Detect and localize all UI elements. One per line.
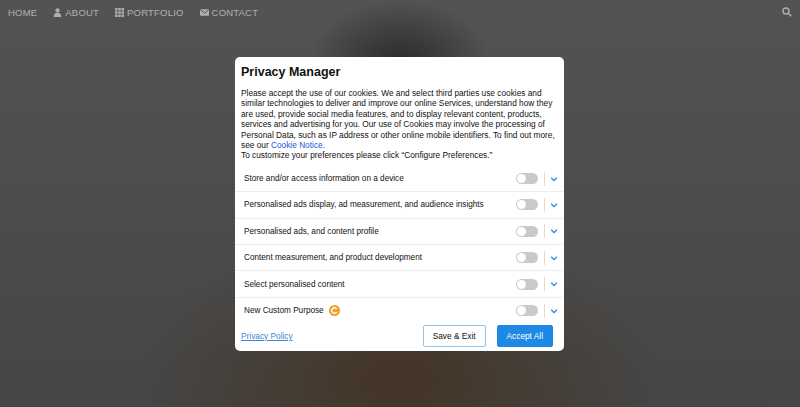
purpose-text: Select personalised content bbox=[244, 280, 345, 289]
toggle-knob bbox=[517, 253, 526, 262]
purpose-row: Select personalised content bbox=[235, 271, 564, 297]
purpose-toggle[interactable] bbox=[516, 305, 538, 316]
chevron-down-icon[interactable] bbox=[550, 201, 558, 209]
purpose-row: Personalised ads, and content profile bbox=[235, 219, 564, 245]
chevron-down-icon[interactable] bbox=[550, 227, 558, 235]
row-divider bbox=[544, 224, 545, 238]
purpose-text: Personalised ads, and content profile bbox=[244, 227, 379, 236]
purpose-label: Select personalised content bbox=[244, 280, 516, 289]
toggle-knob bbox=[517, 280, 526, 289]
row-divider bbox=[544, 172, 545, 186]
button-label[interactable]: Accept All bbox=[507, 331, 543, 341]
custom-purpose-icon bbox=[329, 305, 340, 316]
chevron-down-icon[interactable] bbox=[550, 175, 558, 183]
row-divider bbox=[544, 277, 545, 291]
instruction-text: To customize your preferences please cli… bbox=[241, 150, 492, 160]
purpose-label: Personalised ads, and content profile bbox=[244, 227, 516, 236]
purpose-list: Store and/or access information on a dev… bbox=[235, 166, 564, 324]
toggle-knob bbox=[517, 306, 526, 315]
purpose-toggle[interactable] bbox=[516, 252, 538, 263]
dialog-footer: Privacy Policy Save & Exit Accept All bbox=[235, 324, 564, 351]
purpose-row: Store and/or access information on a dev… bbox=[235, 166, 564, 192]
chevron-down-icon[interactable] bbox=[550, 307, 558, 315]
cookie-notice-link[interactable]: Cookie Notice. bbox=[271, 140, 325, 150]
toggle-knob bbox=[517, 174, 526, 183]
chevron-down-icon[interactable] bbox=[550, 280, 558, 288]
dialog-description: Please accept the use of our cookies. We… bbox=[235, 80, 564, 161]
chevron-down-icon[interactable] bbox=[550, 254, 558, 262]
privacy-policy-link[interactable]: Privacy Policy bbox=[241, 331, 412, 341]
privacy-dialog: Privacy ManagerPlease accept the use of … bbox=[235, 57, 564, 351]
purpose-toggle[interactable] bbox=[516, 226, 538, 237]
purpose-text: New Custom Purpose bbox=[244, 306, 324, 315]
purpose-toggle[interactable] bbox=[516, 199, 538, 210]
purpose-row: Personalised ads display, ad measurement… bbox=[235, 192, 564, 218]
button-label[interactable]: Save & Exit bbox=[433, 331, 476, 341]
row-divider bbox=[544, 304, 545, 318]
purpose-row: Content measurement, and product develop… bbox=[235, 245, 564, 271]
accept-all-button[interactable]: Accept All bbox=[497, 325, 553, 347]
purpose-text: Store and/or access information on a dev… bbox=[244, 174, 404, 183]
purpose-toggle[interactable] bbox=[516, 173, 538, 184]
toggle-knob bbox=[517, 200, 526, 209]
row-divider bbox=[544, 198, 545, 212]
purpose-label: Store and/or access information on a dev… bbox=[244, 174, 516, 183]
purpose-label: Content measurement, and product develop… bbox=[244, 253, 516, 262]
purpose-toggle[interactable] bbox=[516, 279, 538, 290]
save-exit-button[interactable]: Save & Exit bbox=[423, 325, 486, 347]
purpose-text: Content measurement, and product develop… bbox=[244, 253, 422, 262]
row-divider bbox=[544, 251, 545, 265]
purpose-row: New Custom Purpose bbox=[235, 298, 564, 324]
toggle-knob bbox=[517, 227, 526, 236]
purpose-label: New Custom Purpose bbox=[244, 305, 516, 316]
purpose-label: Personalised ads display, ad measurement… bbox=[244, 200, 516, 209]
dialog-title: Privacy Manager bbox=[235, 57, 564, 80]
purpose-text: Personalised ads display, ad measurement… bbox=[244, 200, 484, 209]
